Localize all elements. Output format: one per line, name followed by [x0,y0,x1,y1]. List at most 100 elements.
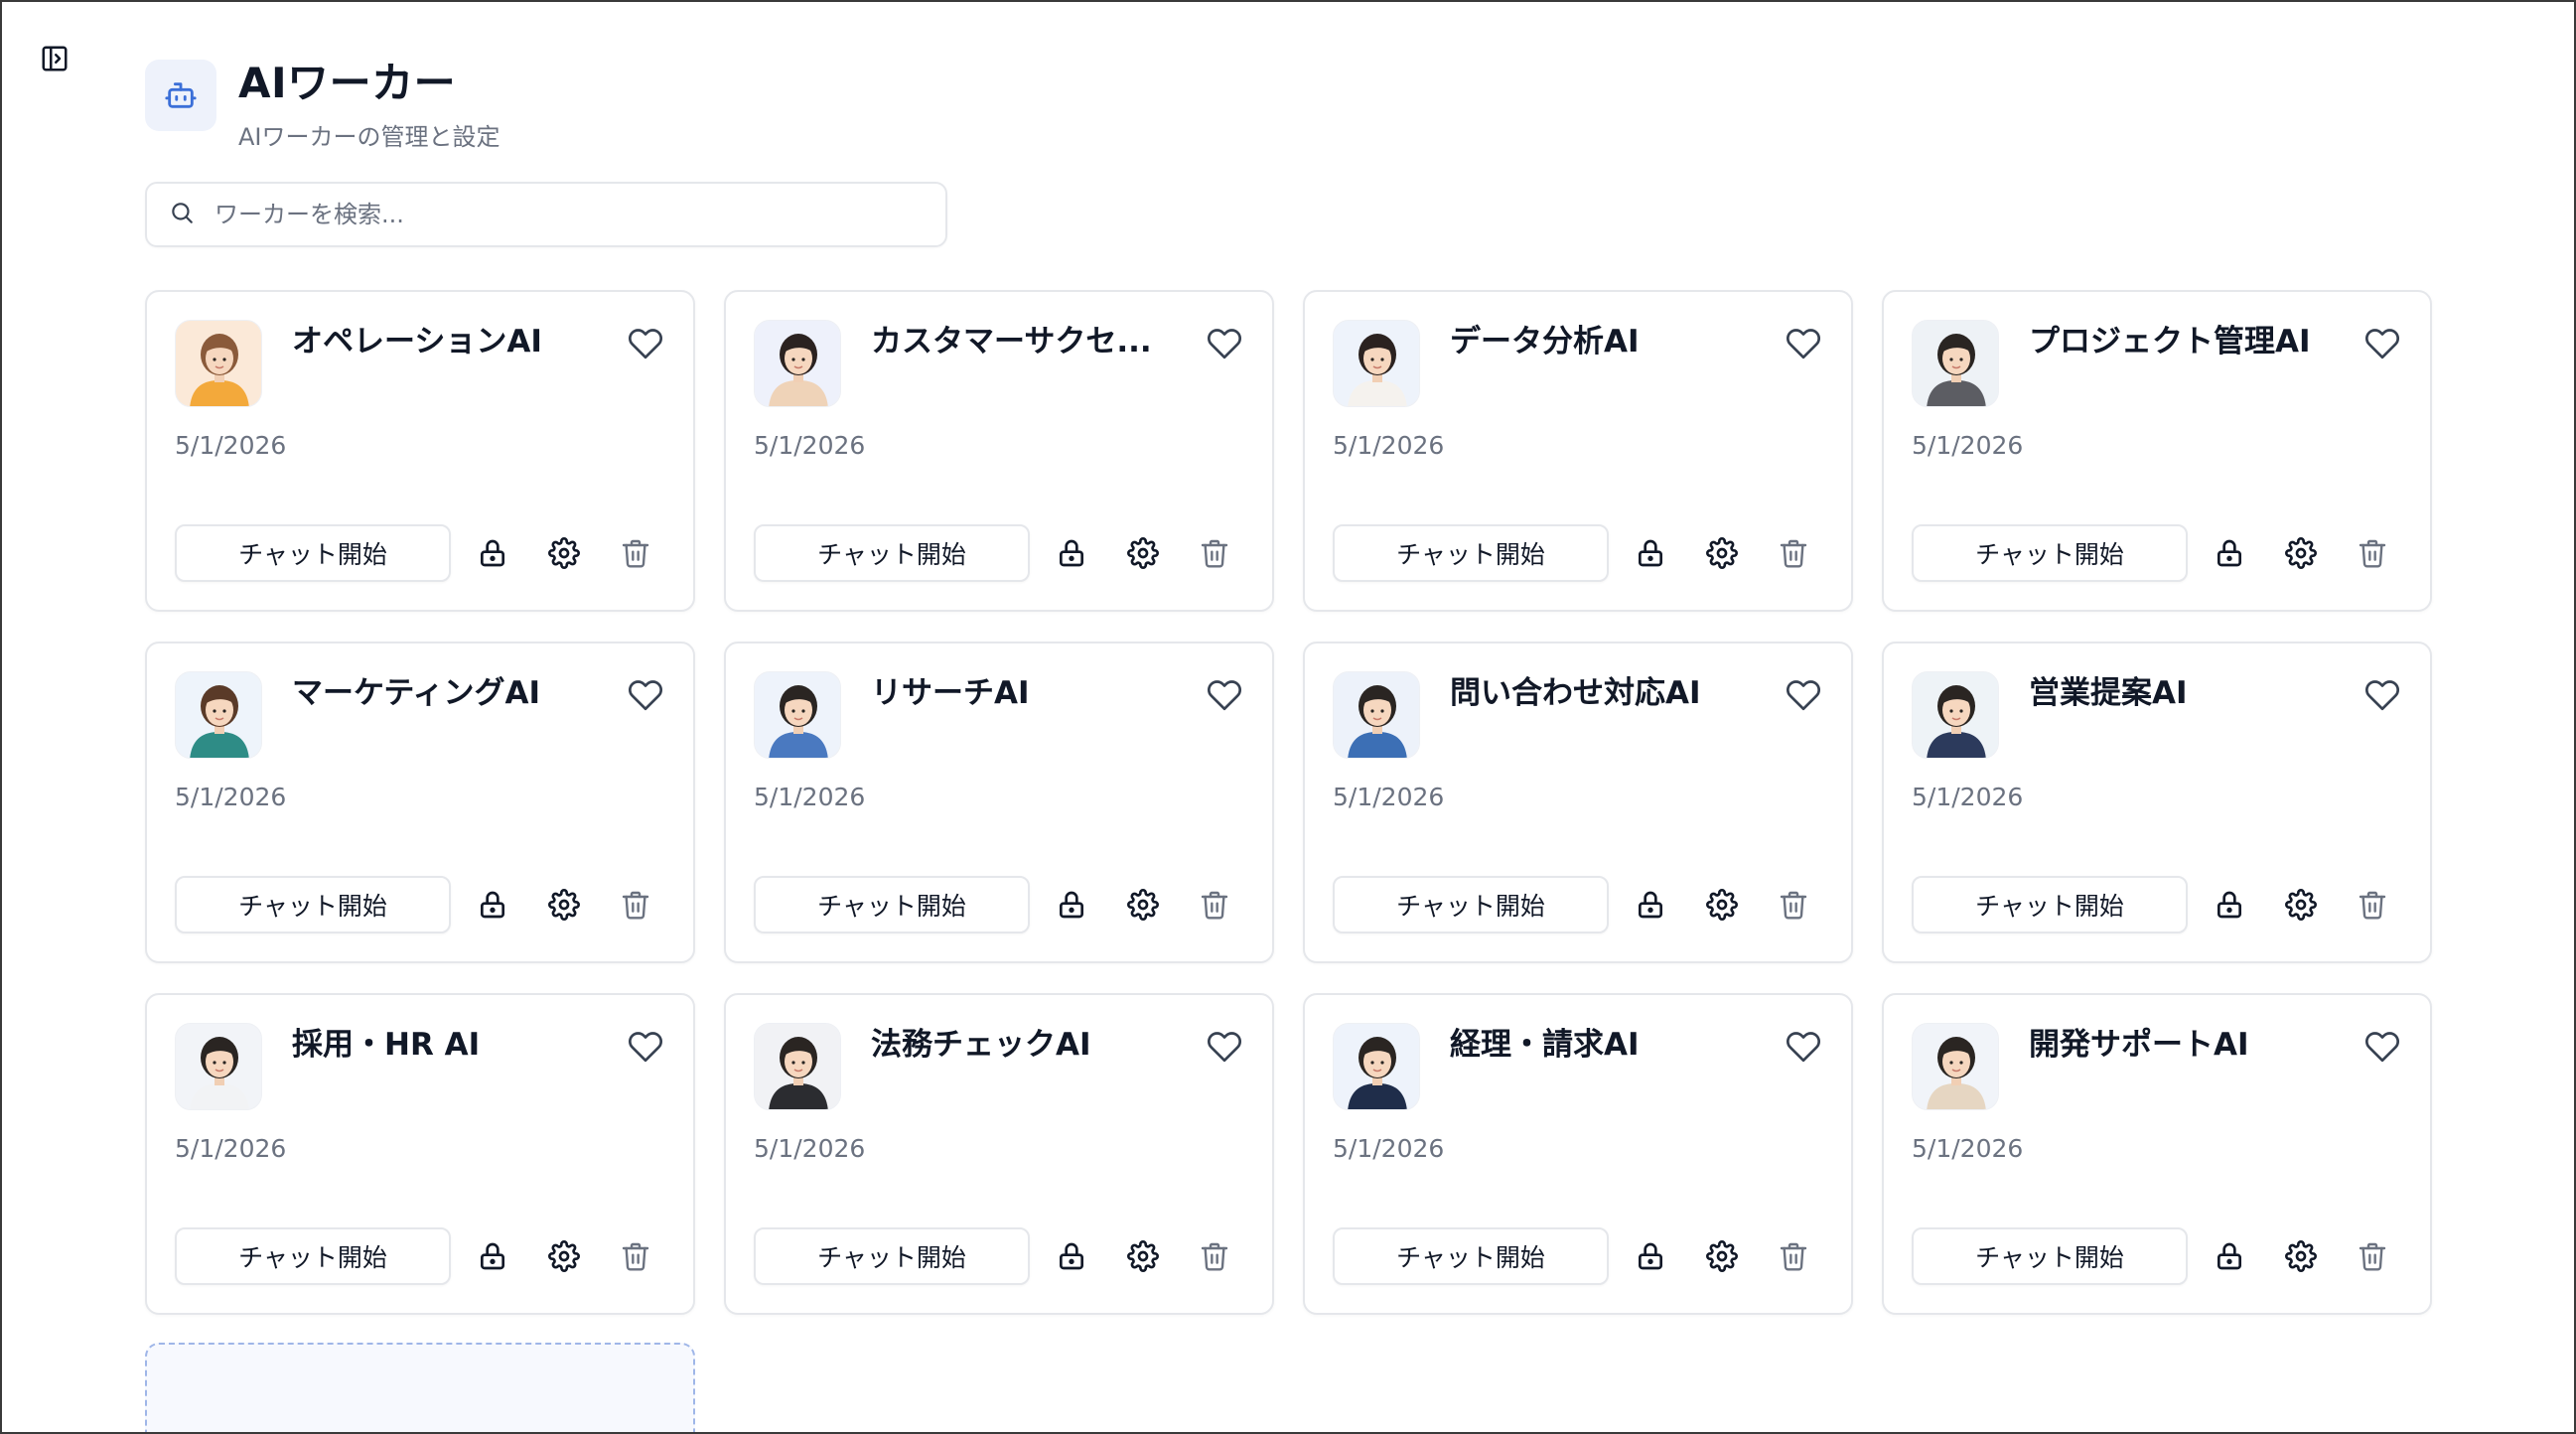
worker-card[interactable]: データ分析AI 5/1/2026 チャット開始 [1303,290,1853,612]
worker-avatar [754,320,841,407]
trash-icon[interactable] [1199,889,1230,921]
worker-date: 5/1/2026 [175,431,287,460]
worker-card[interactable]: マーケティングAI 5/1/2026 チャット開始 [145,642,695,963]
worker-card[interactable]: リサーチAI 5/1/2026 チャット開始 [724,642,1274,963]
favorite-heart-icon[interactable] [628,1029,663,1065]
worker-card[interactable]: オペレーションAI 5/1/2026 チャット開始 [145,290,695,612]
gear-icon[interactable] [1706,889,1738,921]
worker-card[interactable]: 問い合わせ対応AI 5/1/2026 チャット開始 [1303,642,1853,963]
worker-avatar [1333,320,1420,407]
lock-icon[interactable] [1635,537,1666,569]
worker-name: プロジェクト管理AI [2029,324,2311,359]
start-chat-button[interactable]: チャット開始 [175,524,451,582]
worker-name: 経理・請求AI [1450,1027,1640,1063]
start-chat-button[interactable]: チャット開始 [175,876,451,933]
favorite-heart-icon[interactable] [1207,1029,1242,1065]
worker-date: 5/1/2026 [175,1134,287,1163]
gear-icon[interactable] [548,537,580,569]
trash-icon[interactable] [620,537,651,569]
start-chat-button[interactable]: チャット開始 [1912,876,2188,933]
trash-icon[interactable] [1778,1240,1809,1272]
start-chat-button[interactable]: チャット開始 [754,1227,1030,1285]
worker-card[interactable]: カスタマーサクセ... 5/1/2026 チャット開始 [724,290,1274,612]
favorite-heart-icon[interactable] [1207,326,1242,361]
lock-icon[interactable] [2214,1240,2245,1272]
gear-icon[interactable] [1706,537,1738,569]
lock-icon[interactable] [2214,537,2245,569]
start-chat-button[interactable]: チャット開始 [754,524,1030,582]
gear-icon[interactable] [548,889,580,921]
lock-icon[interactable] [1056,537,1087,569]
worker-avatar [1912,320,1999,407]
worker-date: 5/1/2026 [754,1134,866,1163]
favorite-heart-icon[interactable] [1786,677,1821,713]
lock-icon[interactable] [1056,889,1087,921]
trash-icon[interactable] [1199,537,1230,569]
worker-name: マーケティングAI [292,675,541,711]
worker-card[interactable]: 営業提案AI 5/1/2026 チャット開始 [1882,642,2432,963]
favorite-heart-icon[interactable] [628,326,663,361]
lock-icon[interactable] [1056,1240,1087,1272]
gear-icon[interactable] [1706,1240,1738,1272]
worker-date: 5/1/2026 [754,783,866,811]
start-chat-button[interactable]: チャット開始 [1333,524,1609,582]
worker-card[interactable]: プロジェクト管理AI 5/1/2026 チャット開始 [1882,290,2432,612]
lock-icon[interactable] [477,537,508,569]
gear-icon[interactable] [548,1240,580,1272]
lock-icon[interactable] [1635,889,1666,921]
trash-icon[interactable] [1778,889,1809,921]
start-chat-button[interactable]: チャット開始 [175,1227,451,1285]
favorite-heart-icon[interactable] [2364,1029,2400,1065]
worker-name: 採用・HR AI [292,1027,481,1063]
worker-date: 5/1/2026 [175,783,287,811]
worker-card[interactable]: 開発サポートAI 5/1/2026 チャット開始 [1882,993,2432,1315]
favorite-heart-icon[interactable] [1786,326,1821,361]
search-icon [169,200,195,229]
favorite-heart-icon[interactable] [1786,1029,1821,1065]
gear-icon[interactable] [2285,1240,2317,1272]
favorite-heart-icon[interactable] [2364,677,2400,713]
worker-avatar [175,320,262,407]
worker-avatar [175,1023,262,1110]
start-chat-button[interactable]: チャット開始 [754,876,1030,933]
sidebar-toggle-icon[interactable] [40,44,70,73]
page-subtitle: AIワーカーの管理と設定 [238,123,501,151]
start-chat-button[interactable]: チャット開始 [1912,1227,2188,1285]
trash-icon[interactable] [2357,537,2388,569]
lock-icon[interactable] [1635,1240,1666,1272]
worker-card[interactable]: 経理・請求AI 5/1/2026 チャット開始 [1303,993,1853,1315]
start-chat-button[interactable]: チャット開始 [1912,524,2188,582]
worker-card[interactable]: 採用・HR AI 5/1/2026 チャット開始 [145,993,695,1315]
lock-icon[interactable] [2214,889,2245,921]
worker-date: 5/1/2026 [1333,431,1445,460]
worker-name: データ分析AI [1450,324,1640,359]
favorite-heart-icon[interactable] [2364,326,2400,361]
trash-icon[interactable] [620,889,651,921]
favorite-heart-icon[interactable] [1207,677,1242,713]
trash-icon[interactable] [2357,1240,2388,1272]
worker-avatar [754,671,841,759]
trash-icon[interactable] [2357,889,2388,921]
trash-icon[interactable] [620,1240,651,1272]
worker-card[interactable]: 法務チェックAI 5/1/2026 チャット開始 [724,993,1274,1315]
worker-date: 5/1/2026 [1912,1134,2024,1163]
gear-icon[interactable] [1127,1240,1159,1272]
trash-icon[interactable] [1778,537,1809,569]
add-worker-card[interactable] [145,1343,695,1432]
lock-icon[interactable] [477,889,508,921]
start-chat-button[interactable]: チャット開始 [1333,876,1609,933]
gear-icon[interactable] [2285,537,2317,569]
header-text: AIワーカー AIワーカーの管理と設定 [238,58,501,152]
start-chat-button[interactable]: チャット開始 [1333,1227,1609,1285]
search-bar[interactable] [145,182,947,247]
lock-icon[interactable] [477,1240,508,1272]
favorite-heart-icon[interactable] [628,677,663,713]
search-input[interactable] [215,201,890,228]
worker-date: 5/1/2026 [1333,1134,1445,1163]
gear-icon[interactable] [1127,889,1159,921]
gear-icon[interactable] [1127,537,1159,569]
trash-icon[interactable] [1199,1240,1230,1272]
gear-icon[interactable] [2285,889,2317,921]
worker-date: 5/1/2026 [1912,783,2024,811]
worker-avatar [1333,1023,1420,1110]
